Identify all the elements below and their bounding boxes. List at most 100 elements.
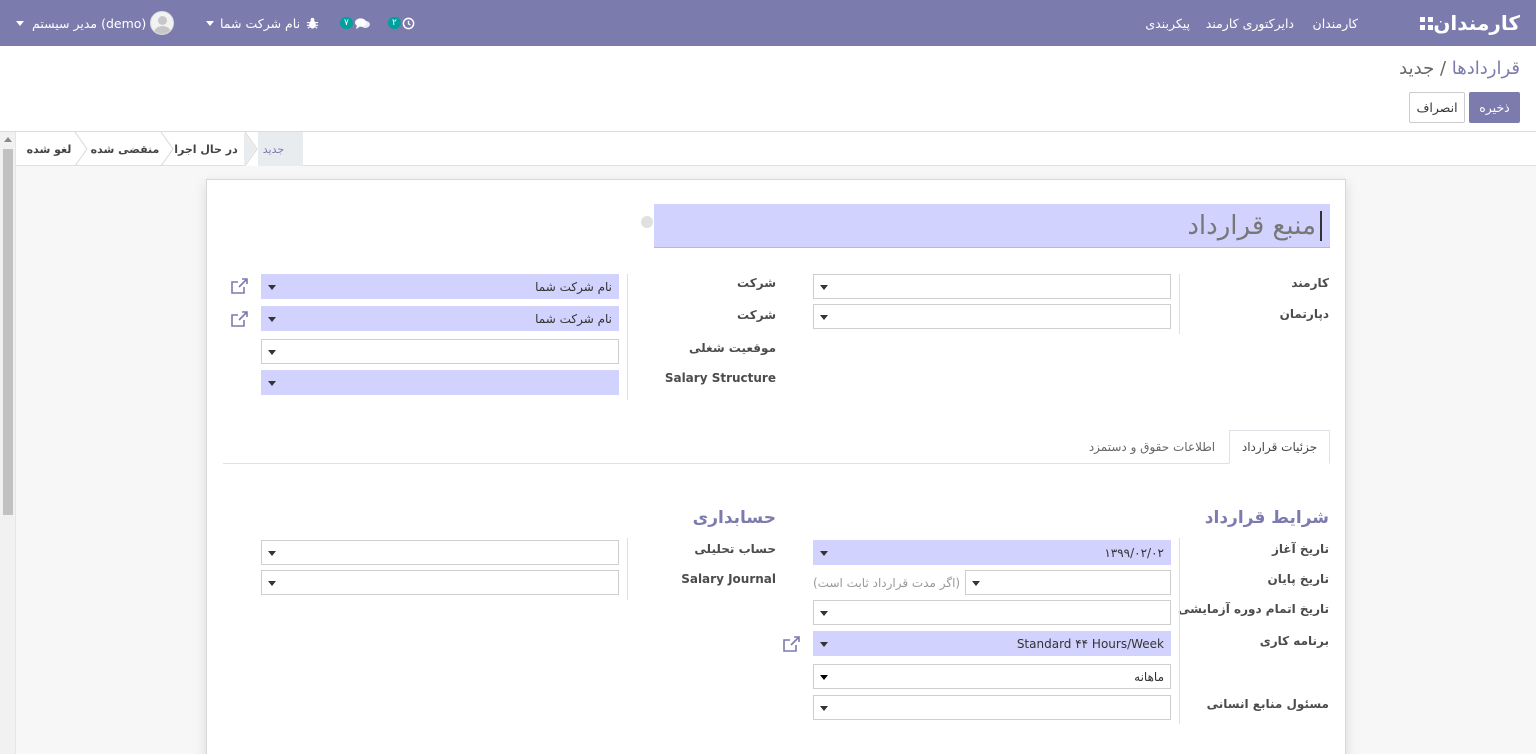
company-value: نام شرکت شما [535,311,612,326]
hr-responsible-select[interactable] [813,695,1171,720]
company-label-2: شرکت [737,308,776,322]
stage-divider [244,132,258,166]
dropdown-icon [268,381,276,386]
salary-structure-select[interactable] [261,370,619,395]
group-separator [627,274,628,400]
top-navbar: کارمندان کارمندان دایرکتوری کارمند پیکرب… [0,0,1536,46]
debug-menu[interactable] [306,0,319,46]
tab-contract-details[interactable]: جزئیات قرارداد [1229,430,1330,464]
employee-select[interactable] [813,274,1171,299]
dropdown-icon [268,551,276,556]
working-schedule-select[interactable]: Standard ۴۴ Hours/Week [813,631,1171,656]
stage-running[interactable]: در حال اجرا [168,132,244,166]
activity-menu[interactable]: ۲ [388,0,415,46]
dropdown-icon [820,315,828,320]
end-date-label: تاریخ پایان [1267,572,1329,586]
group-separator [1179,538,1180,724]
dropdown-icon [268,285,276,290]
dropdown-icon [268,581,276,586]
dropdown-icon [820,675,828,680]
employee-label: کارمند [1291,276,1329,290]
user-name: مدیر سیستم (demo) [32,15,147,31]
user-menu[interactable]: مدیر سیستم (demo) [16,0,175,46]
trial-end-date-input[interactable] [813,600,1171,625]
salary-journal-label: Salary Journal [681,572,776,586]
salary-journal-select[interactable] [261,570,619,595]
tab-salary-info[interactable]: اطلاعات حقوق و دستمزد [1079,430,1225,464]
clock-icon [402,17,415,29]
company-name: نام شرکت شما [220,15,301,31]
company-value: نام شرکت شما [535,279,612,294]
contract-terms-heading: شرایط قرارداد [1204,508,1329,528]
scroll-up-icon[interactable] [4,137,12,142]
menu-employees[interactable]: کارمندان [1313,0,1358,46]
app-menu[interactable]: کارمندان [1410,0,1520,46]
menu-employee-directory[interactable]: دایرکتوری کارمند [1206,0,1294,46]
pay-period-select[interactable]: ماهانه [813,664,1171,689]
breadcrumb-separator: / [1439,58,1447,79]
company-switcher[interactable]: نام شرکت شما [198,0,300,46]
messaging-menu[interactable]: ۷ [340,0,371,46]
dropdown-icon [820,611,828,616]
working-schedule-label: برنامه کاری [1259,634,1329,648]
stage-cancelled[interactable]: لغو شده [16,132,82,166]
end-date-input[interactable] [965,570,1171,595]
chevron-down-icon [16,20,24,26]
activity-badge: ۲ [388,17,401,29]
pay-period-value: ماهانه [1134,669,1164,684]
dropdown-icon [820,551,828,556]
form-sheet: منبع قرارداد کارمند دپارتمان شرکت شرکت م… [206,179,1346,754]
hr-responsible-label: مسئول منابع انسانی [1206,697,1329,711]
dropdown-icon [268,317,276,322]
stage-divider [160,132,174,166]
analytic-account-label: حساب تحلیلی [694,542,776,556]
breadcrumb-current: جدید [1399,58,1435,79]
app-brand[interactable]: کارمندان [1433,11,1520,35]
analytic-account-select[interactable] [261,540,619,565]
company-select-2[interactable]: نام شرکت شما [261,306,619,331]
start-date-label: تاریخ آغاز [1272,542,1329,556]
menu-configuration[interactable]: پیکربندی [1145,0,1190,46]
salary-structure-label: Salary Structure [664,371,776,385]
end-date-hint: (اگر مدت قرارداد ثابت است) [813,575,961,590]
dropdown-icon [268,350,276,355]
discard-button[interactable]: انصراف [1409,92,1465,123]
stage-expired[interactable]: منقضی شده [82,132,168,166]
priority-icon[interactable] [641,216,653,228]
avatar [150,11,175,35]
breadcrumb: قراردادها / جدید [1399,58,1520,79]
trial-end-label: تاریخ اتمام دوره آزمایشی [1178,602,1329,616]
dropdown-icon [820,642,828,647]
comments-icon [354,17,370,29]
dropdown-icon [820,285,828,290]
accounting-heading: حسابداری [692,508,776,528]
scrollbar[interactable] [0,132,16,754]
apps-grid-icon[interactable] [1420,16,1434,30]
status-bar: جدید در حال اجرا منقضی شده لغو شده [16,132,1536,166]
department-select[interactable] [813,304,1171,329]
working-schedule-value: Standard ۴۴ Hours/Week [1016,636,1164,651]
external-link-icon[interactable] [781,635,801,653]
external-link-icon[interactable] [229,310,249,328]
stage-divider [74,132,88,166]
save-button[interactable]: ذخیره [1469,92,1520,123]
external-link-icon[interactable] [229,277,249,295]
contract-reference-input[interactable]: منبع قرارداد [654,204,1330,248]
breadcrumb-contracts[interactable]: قراردادها [1452,58,1520,79]
group-separator [1179,274,1180,334]
job-position-select[interactable] [261,339,619,364]
scrollbar-thumb[interactable] [3,149,13,515]
start-date-input[interactable]: ۱۳۹۹/۰۲/۰۲ [813,540,1171,565]
company-select[interactable]: نام شرکت شما [261,274,619,299]
group-separator [627,538,628,600]
chevron-down-icon [206,20,214,26]
text-cursor [1320,210,1322,241]
bug-icon [306,17,319,29]
department-label: دپارتمان [1279,307,1329,321]
start-date-value: ۱۳۹۹/۰۲/۰۲ [1104,545,1164,560]
control-panel: قراردادها / جدید ذخیره انصراف [0,46,1536,132]
job-position-label: موقعیت شغلی [689,341,776,355]
messages-badge: ۷ [340,17,353,29]
dropdown-icon [820,706,828,711]
dropdown-icon [972,581,980,586]
